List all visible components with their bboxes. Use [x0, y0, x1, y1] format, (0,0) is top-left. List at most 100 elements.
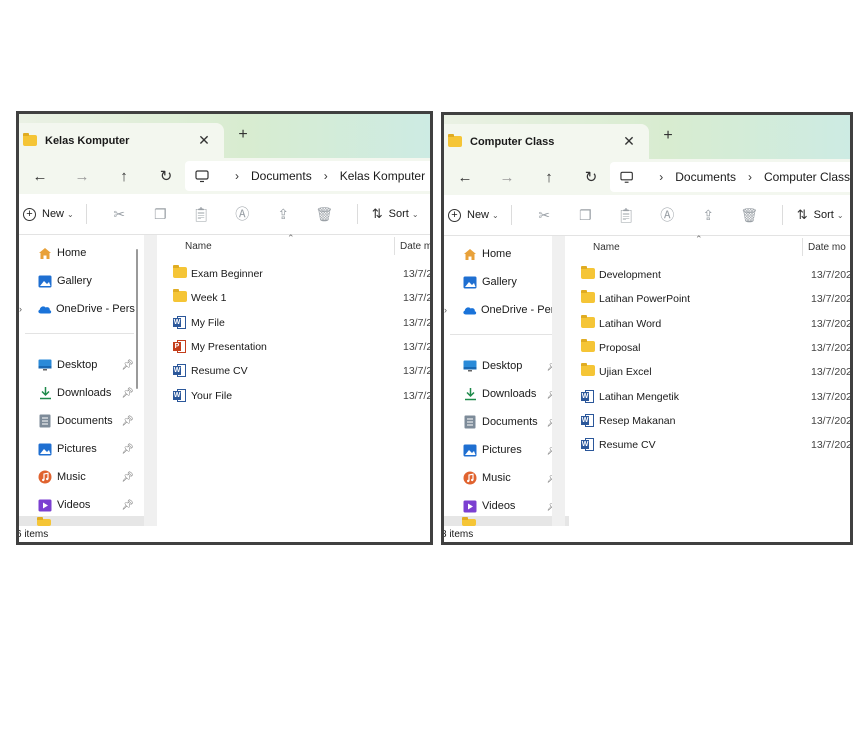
pin-icon[interactable]: 📌︎: [121, 500, 134, 511]
expand-chevron-icon[interactable]: ›: [444, 305, 447, 315]
folder-icon: [173, 265, 187, 278]
sort-button[interactable]: ⇅ Sort ⌄: [797, 207, 844, 223]
close-tab-icon[interactable]: ✕: [619, 133, 639, 150]
videos-icon: [37, 499, 53, 512]
sidebar-item-onedrive[interactable]: › OneDrive - Pers: [19, 297, 135, 321]
forward-icon[interactable]: →: [486, 169, 528, 186]
file-explorer-window-kelas-komputer: Kelas Komputer ✕ + ← → ↑ ↻ › Documents ›…: [16, 111, 433, 545]
column-header-name[interactable]: Name: [185, 241, 212, 252]
tab-computer-class[interactable]: Computer Class ✕: [444, 124, 649, 159]
column-header-date-modified[interactable]: Date mod: [400, 241, 430, 252]
downloads-icon: [462, 387, 478, 401]
forward-icon[interactable]: →: [61, 168, 103, 185]
plus-circle-icon: +: [23, 207, 36, 221]
sidebar-item-pictures[interactable]: Pictures📌︎: [444, 438, 559, 462]
tab-kelas-komputer[interactable]: Kelas Komputer ✕: [19, 123, 224, 158]
paste-icon[interactable]: 📋︎: [606, 207, 647, 224]
sidebar-item-home[interactable]: Home: [444, 242, 559, 266]
sidebar-item-desktop[interactable]: Desktop📌︎: [19, 353, 134, 377]
file-row[interactable]: Latihan Word 13/7/202: [565, 312, 850, 336]
sidebar-item-documents[interactable]: Documents📌︎: [444, 410, 559, 434]
pin-icon[interactable]: 📌︎: [121, 360, 134, 371]
pin-icon[interactable]: 📌︎: [121, 416, 134, 427]
file-row[interactable]: Ujian Excel 13/7/202: [565, 360, 850, 384]
breadcrumb-documents[interactable]: Documents: [675, 170, 736, 184]
column-resize-handle[interactable]: [394, 237, 395, 255]
share-icon[interactable]: ⇪: [263, 206, 304, 223]
sort-button[interactable]: ⇅ Sort ⌄: [372, 206, 419, 222]
breadcrumb-documents[interactable]: Documents: [251, 169, 312, 183]
sort-ascending-icon: ⌃: [287, 233, 295, 243]
file-row[interactable]: W Your File 13/7/2025: [157, 384, 430, 408]
copy-icon[interactable]: ❐: [565, 207, 606, 224]
sidebar-item-music[interactable]: Music📌︎: [19, 465, 134, 489]
file-row[interactable]: Development 13/7/202: [565, 263, 850, 287]
new-tab-icon[interactable]: +: [658, 127, 678, 145]
new-tab-icon[interactable]: +: [233, 126, 253, 144]
refresh-icon[interactable]: ↻: [145, 167, 187, 185]
file-list: ⌃ Name Date mo Development 13/7/202 Lati…: [565, 234, 850, 526]
sidebar-selected-item[interactable]: [19, 516, 144, 526]
new-label: New: [467, 209, 490, 221]
breadcrumb-current-folder[interactable]: Kelas Komputer: [340, 169, 425, 183]
file-row[interactable]: W Resep Makanan 13/7/202: [565, 409, 850, 433]
close-tab-icon[interactable]: ✕: [194, 132, 214, 149]
file-row[interactable]: P My Presentation 13/7/2025: [157, 335, 430, 359]
sidebar-item-onedrive[interactable]: › OneDrive - Pers: [444, 298, 560, 322]
file-row[interactable]: W Latihan Mengetik 13/7/202: [565, 385, 850, 409]
sidebar-item-home[interactable]: Home: [19, 241, 134, 265]
pin-icon[interactable]: 📌︎: [121, 472, 134, 483]
sidebar-item-label: Home: [482, 248, 512, 260]
sidebar-item-downloads[interactable]: Downloads📌︎: [444, 382, 559, 406]
pane-divider[interactable]: [144, 235, 157, 526]
rename-icon[interactable]: Ⓐ: [647, 205, 688, 225]
new-button[interactable]: + New ⌄: [23, 207, 74, 221]
sidebar-scrollbar[interactable]: [136, 249, 138, 389]
column-header-date-modified[interactable]: Date mo: [808, 242, 846, 253]
up-icon[interactable]: ↑: [103, 168, 145, 185]
address-bar[interactable]: › Documents › Kelas Komputer: [185, 161, 430, 191]
file-row[interactable]: Exam Beginner 13/7/2025: [157, 262, 430, 286]
delete-icon[interactable]: 🗑︎: [729, 207, 770, 224]
sidebar-item-gallery[interactable]: Gallery: [19, 269, 134, 293]
expand-chevron-icon[interactable]: ›: [19, 304, 22, 314]
sidebar-item-gallery[interactable]: Gallery: [444, 270, 559, 294]
sidebar-item-videos[interactable]: Videos📌︎: [19, 493, 134, 517]
share-icon[interactable]: ⇪: [688, 207, 729, 224]
sort-icon: ⇅: [371, 206, 383, 221]
new-label: New: [42, 208, 65, 220]
navigation-pane: Home Gallery ›OneDrive - Pers Desktop📌︎ Down…: [19, 235, 144, 526]
sidebar-item-documents[interactable]: Documents📌︎: [19, 409, 134, 433]
file-row[interactable]: Latihan PowerPoint 13/7/202: [565, 287, 850, 311]
up-icon[interactable]: ↑: [528, 169, 570, 186]
file-row[interactable]: Proposal 13/7/202: [565, 336, 850, 360]
paste-icon[interactable]: 📋︎: [181, 206, 222, 223]
delete-icon[interactable]: 🗑︎: [304, 206, 345, 223]
sidebar-item-music[interactable]: Music📌︎: [444, 466, 559, 490]
pane-divider[interactable]: [552, 236, 565, 526]
column-resize-handle[interactable]: [802, 238, 803, 256]
cut-icon[interactable]: ✂: [99, 206, 140, 223]
back-icon[interactable]: ←: [444, 169, 486, 186]
file-row[interactable]: Week 1 13/7/2025: [157, 286, 430, 310]
cut-icon[interactable]: ✂: [524, 207, 565, 224]
address-bar[interactable]: › Documents › Computer Class: [610, 162, 850, 192]
new-button[interactable]: + New ⌄: [448, 208, 499, 222]
pin-icon[interactable]: 📌︎: [121, 388, 134, 399]
back-icon[interactable]: ←: [19, 168, 61, 185]
rename-icon[interactable]: Ⓐ: [222, 204, 263, 224]
copy-icon[interactable]: ❐: [140, 206, 181, 223]
breadcrumb-current-folder[interactable]: Computer Class: [764, 170, 850, 184]
file-row[interactable]: W Resume CV 13/7/202: [565, 433, 850, 457]
refresh-icon[interactable]: ↻: [570, 168, 612, 186]
sidebar-divider: [25, 333, 134, 334]
file-row[interactable]: W My File 13/7/2025: [157, 311, 430, 335]
file-row[interactable]: W Resume CV 13/7/2025: [157, 359, 430, 383]
sidebar-item-downloads[interactable]: Downloads📌︎: [19, 381, 134, 405]
sidebar-item-videos[interactable]: Videos📌︎: [444, 494, 559, 518]
pin-icon[interactable]: 📌︎: [121, 444, 134, 455]
sidebar-item-desktop[interactable]: Desktop📌︎: [444, 354, 559, 378]
sidebar-selected-item[interactable]: [444, 516, 569, 526]
column-header-name[interactable]: Name: [593, 242, 620, 253]
sidebar-item-pictures[interactable]: Pictures📌︎: [19, 437, 134, 461]
